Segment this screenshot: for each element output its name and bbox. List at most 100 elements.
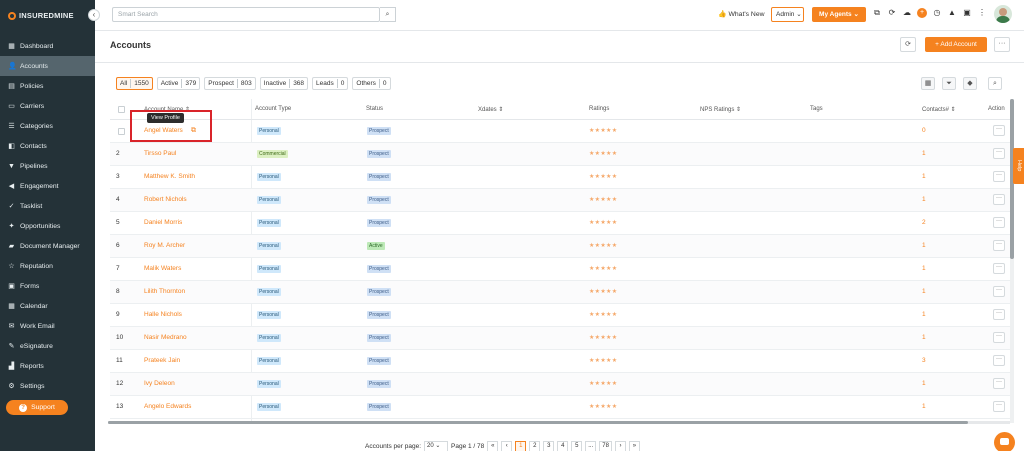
rating-stars[interactable]: ★★★★★ bbox=[589, 242, 617, 249]
table-row[interactable]: 11 Prateek Jain Personal Prospect ★★★★★ 3 ··· bbox=[110, 350, 1010, 373]
sidebar-item-opportunities[interactable]: ✦ Opportunities bbox=[0, 216, 95, 236]
page-button[interactable]: › bbox=[614, 441, 626, 451]
account-name-link[interactable]: Malik Waters bbox=[144, 265, 181, 272]
table-row[interactable]: 4 Robert Nichols Personal Prospect ★★★★★ 1 ··· bbox=[110, 189, 1010, 212]
tag-icon[interactable]: ◆ bbox=[963, 77, 977, 90]
row-action-button[interactable]: ··· bbox=[993, 240, 1005, 251]
rating-stars[interactable]: ★★★★★ bbox=[589, 334, 617, 341]
page-button[interactable]: ‹ bbox=[501, 441, 513, 451]
add-circle-icon[interactable]: + bbox=[917, 8, 927, 18]
rating-stars[interactable]: ★★★★★ bbox=[589, 150, 617, 157]
filter-tab-prospect[interactable]: Prospect 803 bbox=[204, 77, 256, 90]
sidebar-item-tasklist[interactable]: ✓ Tasklist bbox=[0, 196, 95, 216]
table-row[interactable]: 12 Ivy Deleon Personal Prospect ★★★★★ 1 ··· bbox=[110, 373, 1010, 396]
sidebar-item-categories[interactable]: ☰ Categories bbox=[0, 116, 95, 136]
contacts-count[interactable]: 1 bbox=[922, 288, 926, 295]
account-name-link[interactable]: Nasir Medrano bbox=[144, 334, 187, 341]
rating-stars[interactable]: ★★★★★ bbox=[589, 265, 617, 272]
contacts-count[interactable]: 1 bbox=[922, 242, 926, 249]
page-button[interactable]: « bbox=[487, 441, 499, 451]
rating-stars[interactable]: ★★★★★ bbox=[589, 357, 617, 364]
row-action-button[interactable]: ··· bbox=[993, 217, 1005, 228]
search-input[interactable]: Smart Search bbox=[112, 7, 380, 22]
account-name-link[interactable]: Prateek Jain bbox=[144, 357, 180, 364]
contacts-count[interactable]: 3 bbox=[922, 357, 926, 364]
horizontal-scrollbar[interactable] bbox=[108, 421, 968, 424]
sidebar-item-esignature[interactable]: ✎ eSignature bbox=[0, 336, 95, 356]
sidebar-item-pipelines[interactable]: ▼ Pipelines bbox=[0, 156, 95, 176]
table-row[interactable]: 9 Halle Nichols Personal Prospect ★★★★★ 1 ··· bbox=[110, 304, 1010, 327]
search-table-icon[interactable]: ⌕ bbox=[988, 77, 1002, 90]
sidebar-item-policies[interactable]: ▤ Policies bbox=[0, 76, 95, 96]
row-action-button[interactable]: ··· bbox=[993, 309, 1005, 320]
rating-stars[interactable]: ★★★★★ bbox=[589, 196, 617, 203]
sidebar-item-settings[interactable]: ⚙ Settings bbox=[0, 376, 95, 396]
chat-icon[interactable] bbox=[994, 432, 1015, 451]
filter-tab-active[interactable]: Active 379 bbox=[156, 77, 201, 90]
account-name-link[interactable]: Tirsso Paul bbox=[144, 150, 176, 157]
sidebar-item-accounts[interactable]: 👤 Accounts bbox=[0, 56, 95, 76]
page-button[interactable]: 5 bbox=[571, 441, 583, 451]
contacts-count[interactable]: 1 bbox=[922, 173, 926, 180]
clock-icon[interactable]: ◷ bbox=[932, 8, 942, 18]
page-button[interactable]: 78 bbox=[599, 441, 612, 451]
sidebar-item-contacts[interactable]: ◧ Contacts bbox=[0, 136, 95, 156]
rating-stars[interactable]: ★★★★★ bbox=[589, 403, 617, 410]
filter-tab-leads[interactable]: Leads 0 bbox=[312, 77, 349, 90]
more-icon[interactable]: ⋮ bbox=[977, 8, 987, 18]
page-button[interactable]: » bbox=[628, 441, 640, 451]
cloud-icon[interactable]: ☁ bbox=[902, 8, 912, 18]
brand-logo[interactable]: INSUREDMINE bbox=[8, 11, 74, 20]
row-action-button[interactable]: ··· bbox=[993, 194, 1005, 205]
contacts-count[interactable]: 0 bbox=[922, 127, 926, 134]
header-xdates[interactable]: Xdates ⇕ bbox=[478, 106, 503, 113]
sidebar-item-forms[interactable]: ▣ Forms bbox=[0, 276, 95, 296]
header-nps-ratings[interactable]: NPS Ratings ⇕ bbox=[700, 106, 741, 113]
sidebar-item-reports[interactable]: ▟ Reports bbox=[0, 356, 95, 376]
row-action-button[interactable]: ··· bbox=[993, 148, 1005, 159]
filter-icon[interactable]: ⏷ bbox=[942, 77, 956, 90]
sidebar-item-engagement[interactable]: ◀ Engagement bbox=[0, 176, 95, 196]
page-button[interactable]: 4 bbox=[557, 441, 569, 451]
sidebar-item-reputation[interactable]: ☆ Reputation bbox=[0, 256, 95, 276]
table-row[interactable]: 5 Daniel Morris Personal Prospect ★★★★★ 2 ··· bbox=[110, 212, 1010, 235]
table-row[interactable]: 8 Lilith Thornton Personal Prospect ★★★★★ 1 ··… bbox=[110, 281, 1010, 304]
row-action-button[interactable]: ··· bbox=[993, 286, 1005, 297]
sync-icon[interactable]: ⟳ bbox=[887, 8, 897, 18]
rating-stars[interactable]: ★★★★★ bbox=[589, 288, 617, 295]
row-action-button[interactable]: ··· bbox=[993, 332, 1005, 343]
row-action-button[interactable]: ··· bbox=[993, 125, 1005, 136]
filter-tab-all[interactable]: All 1550 bbox=[116, 77, 153, 90]
filter-tab-others[interactable]: Others 0 bbox=[352, 77, 391, 90]
contacts-count[interactable]: 1 bbox=[922, 196, 926, 203]
contacts-count[interactable]: 1 bbox=[922, 403, 926, 410]
add-account-button[interactable]: + Add Account bbox=[925, 37, 987, 52]
account-name-link[interactable]: Matthew K. Smith bbox=[144, 173, 195, 180]
filter-tab-inactive[interactable]: Inactive 368 bbox=[259, 77, 309, 90]
account-name-link[interactable]: Daniel Morris bbox=[144, 219, 182, 226]
header-contacts[interactable]: Contacts# ⇕ bbox=[922, 106, 956, 113]
contacts-count[interactable]: 1 bbox=[922, 150, 926, 157]
sidebar-item-carriers[interactable]: ▭ Carriers bbox=[0, 96, 95, 116]
table-row[interactable]: 2 Tirsso Paul Commercial Prospect ★★★★★ 1 ··· bbox=[110, 143, 1010, 166]
account-name-link[interactable]: Halle Nichols bbox=[144, 311, 182, 318]
contacts-count[interactable]: 1 bbox=[922, 311, 926, 318]
page-button[interactable]: 3 bbox=[543, 441, 555, 451]
collapse-sidebar-button[interactable]: ‹ bbox=[88, 9, 100, 21]
table-row[interactable]: 13 Angelo Edwards Personal Prospect ★★★★★ 1 ··… bbox=[110, 396, 1010, 419]
admin-select[interactable]: Admin ⌄ bbox=[771, 7, 804, 22]
more-options-button[interactable]: ··· bbox=[994, 37, 1010, 52]
row-action-button[interactable]: ··· bbox=[993, 171, 1005, 182]
contacts-count[interactable]: 1 bbox=[922, 334, 926, 341]
bell-icon[interactable]: ▲ bbox=[947, 8, 957, 18]
account-name-link[interactable]: Angelo Edwards bbox=[144, 403, 191, 410]
rating-stars[interactable]: ★★★★★ bbox=[589, 311, 617, 318]
rating-stars[interactable]: ★★★★★ bbox=[589, 219, 617, 226]
contacts-count[interactable]: 1 bbox=[922, 265, 926, 272]
avatar[interactable] bbox=[994, 5, 1012, 23]
contacts-count[interactable]: 2 bbox=[922, 219, 926, 226]
external-window-icon[interactable]: ⧉ bbox=[872, 8, 882, 18]
rating-stars[interactable]: ★★★★★ bbox=[589, 380, 617, 387]
account-name-link[interactable]: Ivy Deleon bbox=[144, 380, 175, 387]
table-row[interactable]: 7 Malik Waters Personal Prospect ★★★★★ 1 ··· bbox=[110, 258, 1010, 281]
